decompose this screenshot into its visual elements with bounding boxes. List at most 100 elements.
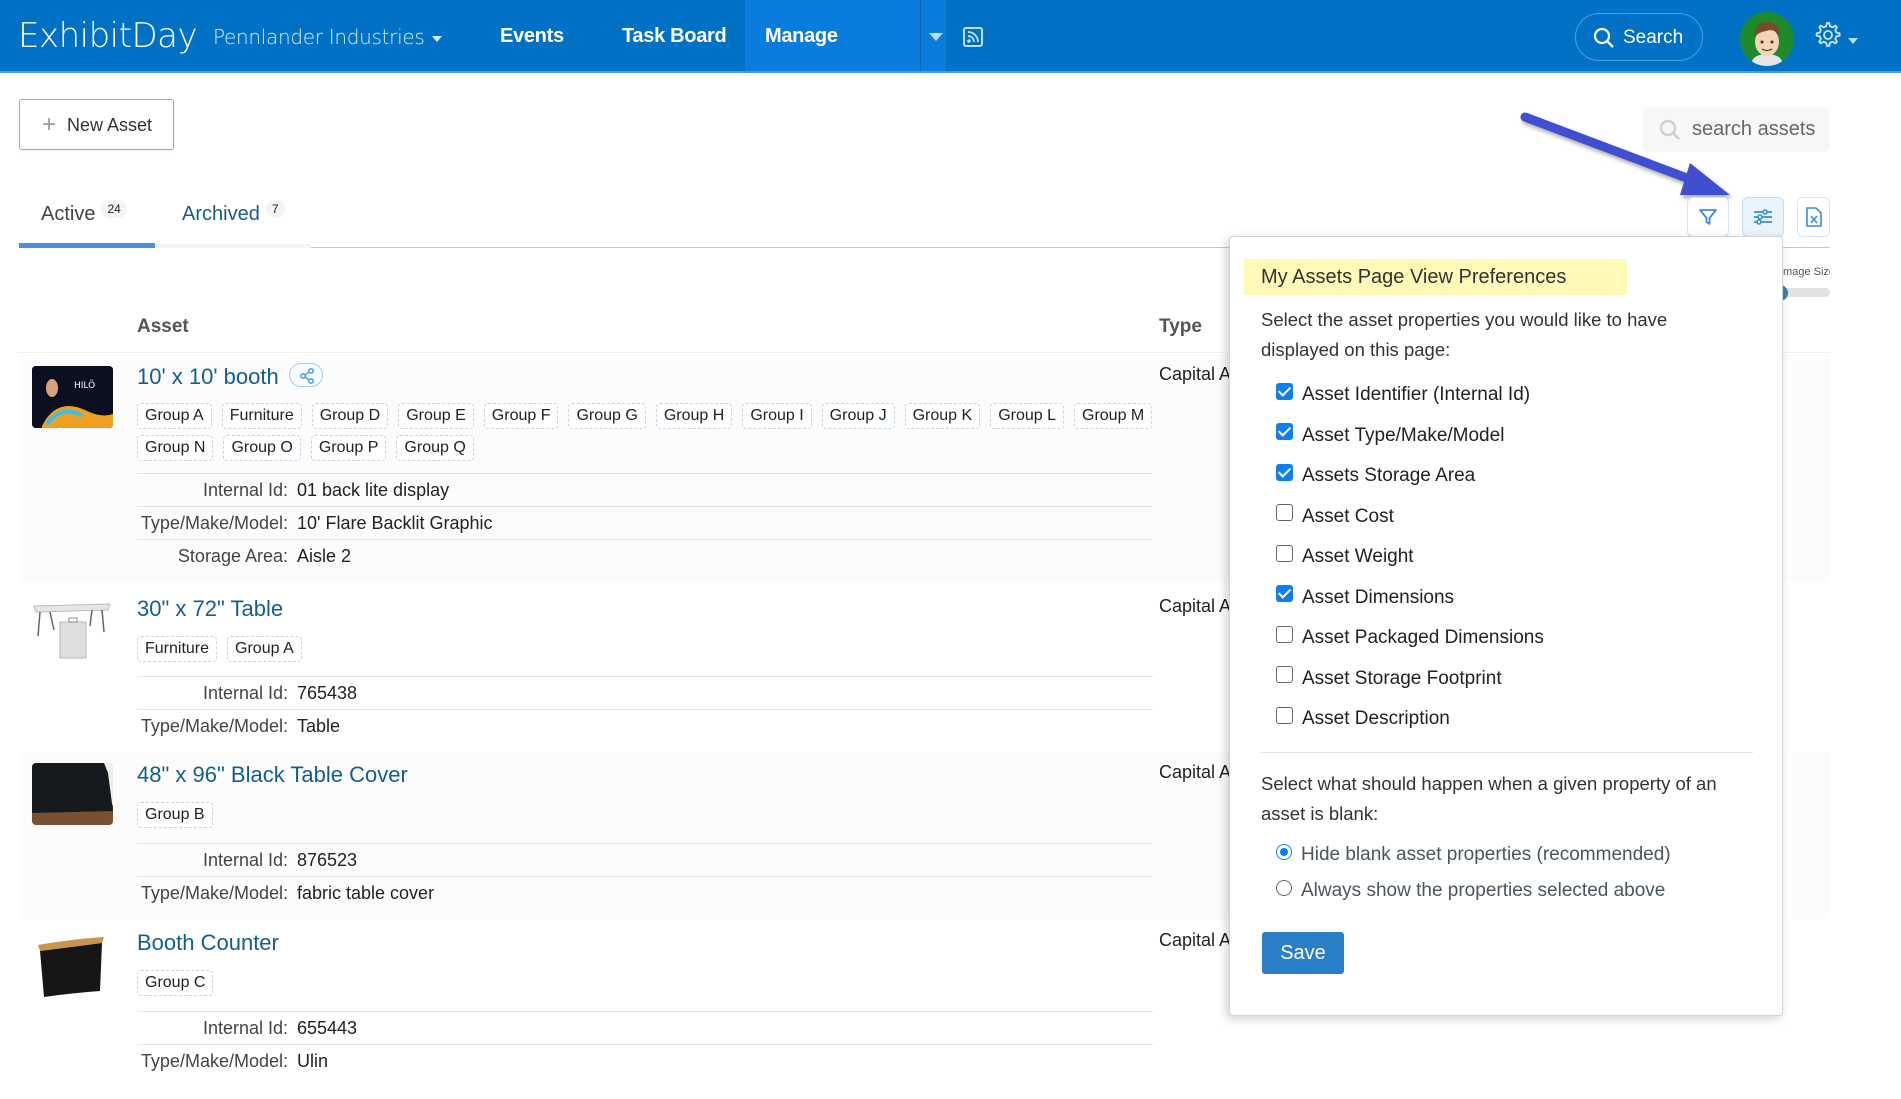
tag[interactable]: Group M bbox=[1074, 403, 1153, 429]
organization-dropdown[interactable]: Pennlander Industries bbox=[213, 25, 443, 49]
column-header-type[interactable]: Type bbox=[1159, 316, 1202, 338]
tag[interactable]: Furniture bbox=[221, 403, 302, 429]
settings-caret-icon[interactable] bbox=[1848, 38, 1858, 44]
tag[interactable]: Group E bbox=[398, 403, 474, 429]
user-avatar[interactable] bbox=[1740, 12, 1794, 66]
brand-logo[interactable]: ExhibitDay bbox=[18, 16, 198, 56]
property-label: Type/Make/Model: bbox=[140, 1050, 288, 1071]
checkbox[interactable] bbox=[1276, 504, 1293, 522]
tab-archived[interactable]: Archived 7 bbox=[182, 200, 285, 226]
option-hide-blank[interactable]: Hide blank asset properties (recommended… bbox=[1276, 837, 1671, 873]
property-row: Internal Id: 765438 bbox=[137, 676, 1153, 709]
property-value: 876523 bbox=[297, 849, 358, 870]
top-navigation-bar: ExhibitDay Pennlander Industries Events … bbox=[0, 0, 1901, 120]
asset-title-link[interactable]: 48" x 96" Black Table Cover bbox=[137, 762, 408, 788]
option-asset-cost[interactable]: Asset Cost bbox=[1276, 497, 1544, 538]
tag[interactable]: Group D bbox=[311, 403, 389, 429]
asset-tags: Group A Furniture Group D Group E Group … bbox=[137, 403, 1157, 461]
tag[interactable]: Group O bbox=[223, 435, 301, 461]
checkbox[interactable] bbox=[1276, 463, 1293, 481]
tag[interactable]: Group I bbox=[742, 403, 812, 429]
checkbox[interactable] bbox=[1276, 706, 1293, 724]
property-label: Internal Id: bbox=[202, 479, 288, 500]
checkbox[interactable] bbox=[1276, 544, 1293, 562]
option-asset-description[interactable]: Asset Description bbox=[1276, 699, 1544, 740]
tag[interactable]: Group F bbox=[483, 403, 559, 429]
export-excel-button[interactable] bbox=[1797, 197, 1830, 237]
tag[interactable]: Group C bbox=[137, 970, 214, 996]
tag[interactable]: Group B bbox=[137, 802, 213, 828]
option-packaged-dimensions[interactable]: Asset Packaged Dimensions bbox=[1276, 618, 1544, 659]
tag[interactable]: Furniture bbox=[137, 636, 218, 662]
tag[interactable]: Group G bbox=[568, 403, 646, 429]
filter-button[interactable] bbox=[1687, 197, 1729, 237]
asset-thumbnail[interactable] bbox=[32, 763, 113, 825]
manage-assets-dropdown-toggle[interactable] bbox=[920, 0, 946, 71]
nav-events[interactable]: Events bbox=[478, 0, 586, 71]
share-button[interactable] bbox=[288, 363, 323, 388]
checkbox[interactable] bbox=[1276, 382, 1293, 400]
checkbox[interactable] bbox=[1276, 625, 1293, 643]
checkbox[interactable] bbox=[1276, 423, 1293, 441]
option-asset-weight[interactable]: Asset Weight bbox=[1276, 537, 1544, 578]
asset-tags: Group B bbox=[137, 802, 1157, 828]
global-search-button[interactable]: Search bbox=[1575, 13, 1703, 61]
radio[interactable] bbox=[1276, 844, 1292, 860]
property-label: Storage Area: bbox=[177, 545, 288, 566]
option-asset-identifier[interactable]: Asset Identifier (Internal Id) bbox=[1276, 375, 1544, 416]
asset-title-link[interactable]: 30" x 72" Table bbox=[137, 596, 283, 622]
option-always-show[interactable]: Always show the properties selected abov… bbox=[1276, 873, 1671, 909]
nav-task-board[interactable]: Task Board bbox=[600, 0, 748, 71]
property-label: Internal Id: bbox=[202, 682, 288, 703]
option-label: Asset Type/Make/Model bbox=[1302, 424, 1505, 446]
option-label: Asset Weight bbox=[1302, 546, 1414, 568]
option-storage-footprint[interactable]: Asset Storage Footprint bbox=[1276, 659, 1544, 700]
asset-type: Capital A bbox=[1159, 930, 1232, 950]
rss-feed-icon[interactable] bbox=[963, 27, 983, 47]
tag[interactable]: Group N bbox=[137, 435, 214, 461]
tag[interactable]: Group K bbox=[904, 403, 981, 429]
asset-thumbnail[interactable] bbox=[32, 598, 113, 660]
tag[interactable]: Group H bbox=[655, 403, 733, 429]
tag[interactable]: Group A bbox=[227, 636, 302, 662]
radio-label: Hide blank asset properties (recommended… bbox=[1301, 844, 1671, 865]
column-header-asset[interactable]: Asset bbox=[137, 316, 189, 338]
view-preferences-button[interactable] bbox=[1742, 197, 1784, 237]
checkbox[interactable] bbox=[1276, 666, 1293, 684]
property-options: Asset Identifier (Internal Id) Asset Typ… bbox=[1276, 375, 1544, 740]
option-label: Asset Packaged Dimensions bbox=[1302, 627, 1544, 649]
asset-title-link[interactable]: Booth Counter bbox=[137, 930, 279, 956]
popup-description: Select the asset properties you would li… bbox=[1261, 309, 1668, 360]
property-row: Internal Id: 01 back lite display bbox=[137, 473, 1153, 506]
blank-handling-options: Hide blank asset properties (recommended… bbox=[1276, 837, 1671, 909]
new-asset-button[interactable]: + New Asset bbox=[19, 99, 174, 150]
settings-gear-icon[interactable] bbox=[1812, 20, 1842, 50]
tag[interactable]: Group Q bbox=[396, 435, 474, 461]
option-storage-area[interactable]: Assets Storage Area bbox=[1276, 456, 1544, 497]
save-button[interactable]: Save bbox=[1262, 932, 1344, 974]
tag[interactable]: Group A bbox=[137, 403, 212, 429]
asset-thumbnail[interactable]: HILÖ bbox=[32, 366, 113, 428]
property-value: Table bbox=[297, 715, 341, 736]
tag[interactable]: Group J bbox=[821, 403, 895, 429]
popup-divider bbox=[1261, 752, 1753, 753]
tab-active[interactable]: Active 24 bbox=[41, 200, 127, 226]
tag[interactable]: Group P bbox=[310, 435, 387, 461]
property-row: Type/Make/Model: Ulin bbox=[137, 1044, 1153, 1077]
caret-down-icon bbox=[929, 33, 943, 41]
property-value: Aisle 2 bbox=[297, 545, 352, 566]
option-label: Asset Cost bbox=[1302, 505, 1394, 527]
property-row: Type/Make/Model: Table bbox=[137, 709, 1153, 742]
tag[interactable]: Group L bbox=[990, 403, 1064, 429]
asset-title-link[interactable]: 10' x 10' booth bbox=[137, 363, 323, 390]
option-asset-dimensions[interactable]: Asset Dimensions bbox=[1276, 578, 1544, 619]
popup-title: My Assets Page View Preferences bbox=[1244, 259, 1627, 295]
asset-properties: Internal Id: 765438 Type/Make/Model: Table bbox=[137, 676, 1153, 742]
asset-thumbnail[interactable] bbox=[32, 935, 113, 997]
checkbox[interactable] bbox=[1276, 585, 1293, 603]
option-label: Asset Description bbox=[1302, 708, 1450, 730]
asset-type: Capital A bbox=[1159, 364, 1232, 384]
radio[interactable] bbox=[1276, 880, 1292, 896]
option-asset-type[interactable]: Asset Type/Make/Model bbox=[1276, 416, 1544, 457]
nav-manage-assets[interactable]: Manage Assets bbox=[745, 0, 920, 120]
